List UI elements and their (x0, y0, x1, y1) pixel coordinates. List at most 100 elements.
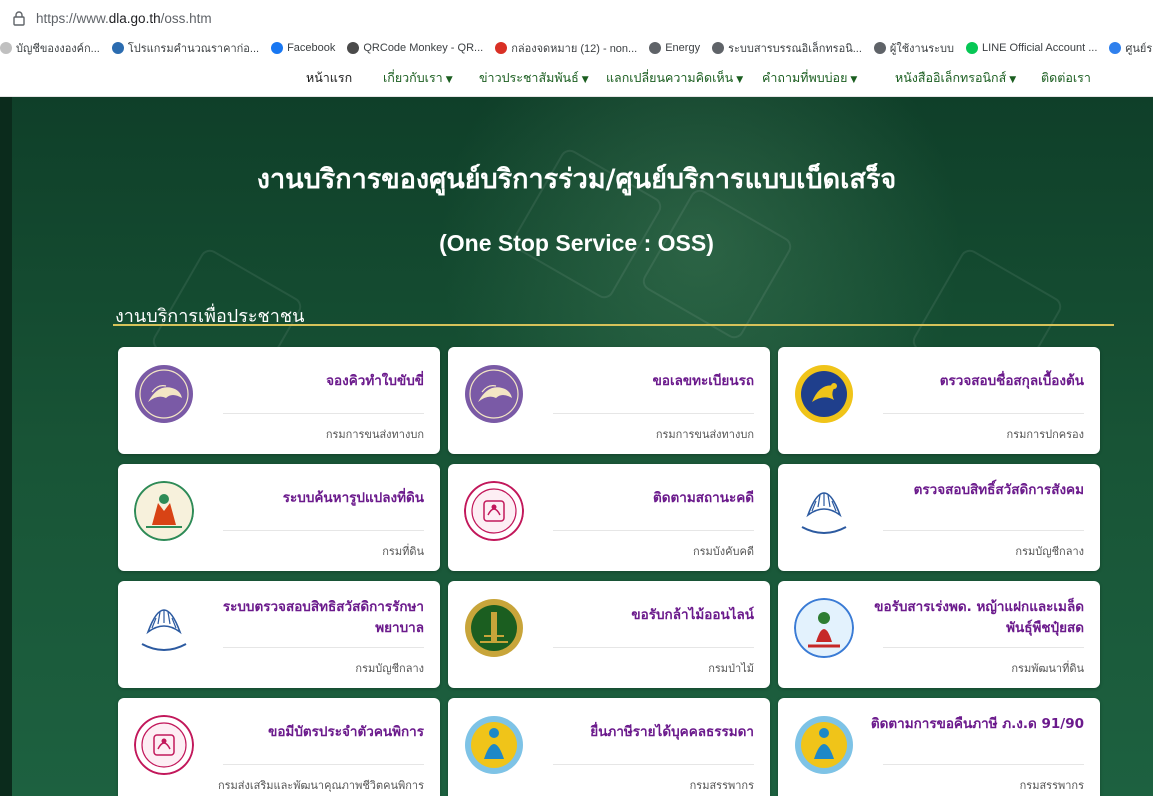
service-name: ขอเลขทะเบียนรถ (652, 373, 754, 389)
service-name: ตรวจสอบสิทธิ์สวัสดิการสังคม (913, 482, 1084, 498)
bookmark-favicon-icon (649, 42, 662, 54)
card-divider (223, 530, 424, 531)
agency-name: กรมการขนส่งทางบก (325, 428, 424, 441)
service-name: ขอรับกล้าไม้ออนไลน์ (631, 607, 754, 623)
chevron-down-icon: ▼ (581, 75, 589, 85)
agency-name: กรมบัญชีกลาง (1015, 545, 1084, 558)
service-card[interactable]: ขอเลขทะเบียนรถกรมการขนส่งทางบก (448, 347, 770, 454)
service-name: ติดตามการขอคืนภาษี ภ.ง.ด 91/90 (870, 716, 1084, 732)
service-card[interactable]: ขอมีบัตรประจำตัวคนพิการกรมส่งเสริมและพัฒ… (118, 698, 440, 796)
service-card[interactable]: จองคิวทำใบขับขี่กรมการขนส่งทางบก (118, 347, 440, 454)
service-card[interactable]: ตรวจสอบสิทธิ์สวัสดิการสังคมกรมบัญชีกลาง (778, 464, 1100, 571)
bookmark-label: LINE Official Account ... (982, 42, 1098, 54)
bookmark-label: Facebook (287, 42, 336, 54)
bookmark-favicon-icon (347, 42, 360, 54)
bookmark-favicon-icon (1109, 42, 1122, 54)
card-divider (883, 530, 1084, 531)
agency-seal-icon (464, 364, 524, 424)
agency-seal-icon (794, 598, 854, 658)
service-card[interactable]: ยื่นภาษีรายได้บุคคลธรรมดากรมสรรพากร (448, 698, 770, 796)
bookmark-item[interactable]: ศูนย์ราชการสะดวก GECC (1109, 39, 1153, 57)
bookmark-favicon-icon (111, 42, 124, 54)
nav-item[interactable]: เกี่ยวกับเรา ▼ (383, 60, 453, 96)
bookmark-item[interactable]: LINE Official Account ... (966, 42, 1097, 54)
nav-item[interactable]: คำถามที่พบบ่อย ▼ (762, 60, 857, 96)
agency-seal-icon (794, 364, 854, 424)
agency-name: กรมส่งเสริมและพัฒนาคุณภาพชีวิตคนพิการ (217, 779, 424, 792)
bookmark-item[interactable]: บัญชีของงองค์ก... (0, 39, 100, 57)
agency-name: กรมการขนส่งทางบก (655, 428, 754, 441)
agency-name: กรมพัฒนาที่ดิน (1011, 662, 1084, 675)
address-bar[interactable]: https://www.dla.go.th/oss.htm (0, 0, 1153, 36)
agency-name: กรมที่ดิน (382, 545, 424, 558)
left-edge-bar (0, 97, 12, 796)
bookmark-item[interactable]: ผู้ใช้งานระบบ (873, 39, 955, 57)
agency-seal-icon (134, 481, 194, 541)
service-card[interactable]: ระบบตรวจสอบสิทธิสวัสดิการรักษาพยาบาล กรมบ… (118, 581, 440, 688)
card-divider (223, 413, 424, 414)
page-title: งานบริการของศูนย์บริการร่วม/ศูนย์บริการแ… (256, 164, 897, 195)
bookmark-item[interactable]: กล่องจดหมาย (12) - non... (495, 39, 637, 57)
card-divider (553, 530, 754, 531)
lock-icon (12, 10, 26, 26)
agency-seal-icon (464, 715, 524, 775)
service-name: จองคิวทำใบขับขี่ (326, 373, 424, 389)
agency-name: กรมการปกครอง (1006, 428, 1084, 441)
bookmark-item[interactable]: QRCode Monkey - QR... (347, 42, 483, 54)
agency-seal-icon (464, 481, 524, 541)
card-divider (883, 413, 1084, 414)
bookmark-item[interactable]: Facebook (271, 42, 335, 54)
service-name: ยื่นภาษีรายได้บุคคลธรรมดา (590, 724, 754, 740)
service-name: ระบบตรวจสอบสิทธิสวัสดิการรักษาพยาบาล (222, 599, 424, 636)
agency-name: กรมสรรพากร (689, 779, 754, 792)
bookmark-item[interactable]: Energy (649, 42, 700, 54)
bookmark-favicon-icon (966, 42, 979, 54)
service-name: ระบบค้นหารูปแปลงที่ดิน (282, 490, 424, 506)
service-card[interactable]: ขอรับกล้าไม้ออนไลน์กรมป่าไม้ (448, 581, 770, 688)
oss-main: งานบริการของศูนย์บริการร่วม/ศูนย์บริการแ… (0, 97, 1153, 796)
card-divider (883, 764, 1084, 765)
service-name: ขอมีบัตรประจำตัวคนพิการ (268, 724, 424, 740)
bookmark-label: โปรแกรมคำนวณราคาก่อ... (127, 43, 260, 55)
bookmarks-bar: บัญชีของงองค์ก... โปรแกรมคำนวณราคาก่อ... F… (0, 36, 1153, 60)
agency-name: กรมสรรพากร (1019, 779, 1084, 792)
agency-seal-icon (794, 715, 854, 775)
agency-seal-icon (134, 598, 194, 658)
nav-item[interactable]: ติดต่อเรา (1041, 60, 1091, 96)
nav-item[interactable]: หน้าแรก (306, 60, 352, 96)
bookmark-item[interactable]: ระบบสารบรรณอิเล็กทรอนิ... (712, 39, 862, 57)
url-text[interactable]: https://www.dla.go.th/oss.htm (36, 11, 212, 26)
service-card[interactable]: ตรวจสอบชื่อสกุลเบื้องต้น กรมการปกครอง (778, 347, 1100, 454)
bookmark-label: Energy (665, 42, 701, 54)
nav-item-label: หนังสืออิเล็กทรอนิกส์ (895, 70, 1007, 85)
nav-item[interactable]: หนังสืออิเล็กทรอนิกส์ ▼ (895, 60, 1016, 96)
service-card[interactable]: ติดตามสถานะคดี กรมบังคับคดี (448, 464, 770, 571)
page-subtitle: (One Stop Service : OSS) (439, 230, 714, 256)
bookmark-label: กล่องจดหมาย (12) - non... (511, 43, 638, 55)
bookmark-favicon-icon (271, 42, 284, 54)
agency-seal-icon (794, 481, 854, 541)
agency-seal-icon (134, 715, 194, 775)
agency-name: กรมป่าไม้ (708, 662, 754, 675)
nav-item-label: หน้าแรก (306, 70, 353, 85)
nav-item-label: เกี่ยวกับเรา (383, 70, 443, 85)
bookmark-label: ผู้ใช้งานระบบ (889, 43, 955, 55)
agency-seal-icon (134, 364, 194, 424)
decor-hexagon (639, 186, 795, 342)
card-divider (553, 647, 754, 648)
service-name: ขอรับสารเร่งพด. หญ้าแฝกและเมล็ดพันธุ์พืช… (874, 599, 1084, 636)
bookmark-label: บัญชีของงองค์ก... (16, 43, 100, 55)
bookmark-item[interactable]: โปรแกรมคำนวณราคาก่อ... (111, 39, 260, 57)
nav-item-label: คำถามที่พบบ่อย (762, 70, 848, 85)
nav-item[interactable]: ข่าวประชาสัมพันธ์ ▼ (479, 60, 589, 96)
service-card[interactable]: ติดตามการขอคืนภาษี ภ.ง.ด 91/90 กรมสรรพากร (778, 698, 1100, 796)
service-card[interactable]: ขอรับสารเร่งพด. หญ้าแฝกและเมล็ดพันธุ์พืช… (778, 581, 1100, 688)
service-card[interactable]: ระบบค้นหารูปแปลงที่ดินกรมที่ดิน (118, 464, 440, 571)
nav-item[interactable]: แลกเปลี่ยนความคิดเห็น ▼ (606, 60, 743, 96)
site-nav: หน้าแรก เกี่ยวกับเรา ▼ ข่าวประชาสัมพันธ์ ▼ แล… (0, 60, 1153, 97)
bookmark-favicon-icon (495, 42, 508, 54)
bookmark-label: QRCode Monkey - QR... (363, 42, 484, 54)
bookmark-favicon-icon (873, 42, 886, 54)
nav-item-label: แลกเปลี่ยนความคิดเห็น (606, 70, 734, 85)
card-divider (883, 647, 1084, 648)
